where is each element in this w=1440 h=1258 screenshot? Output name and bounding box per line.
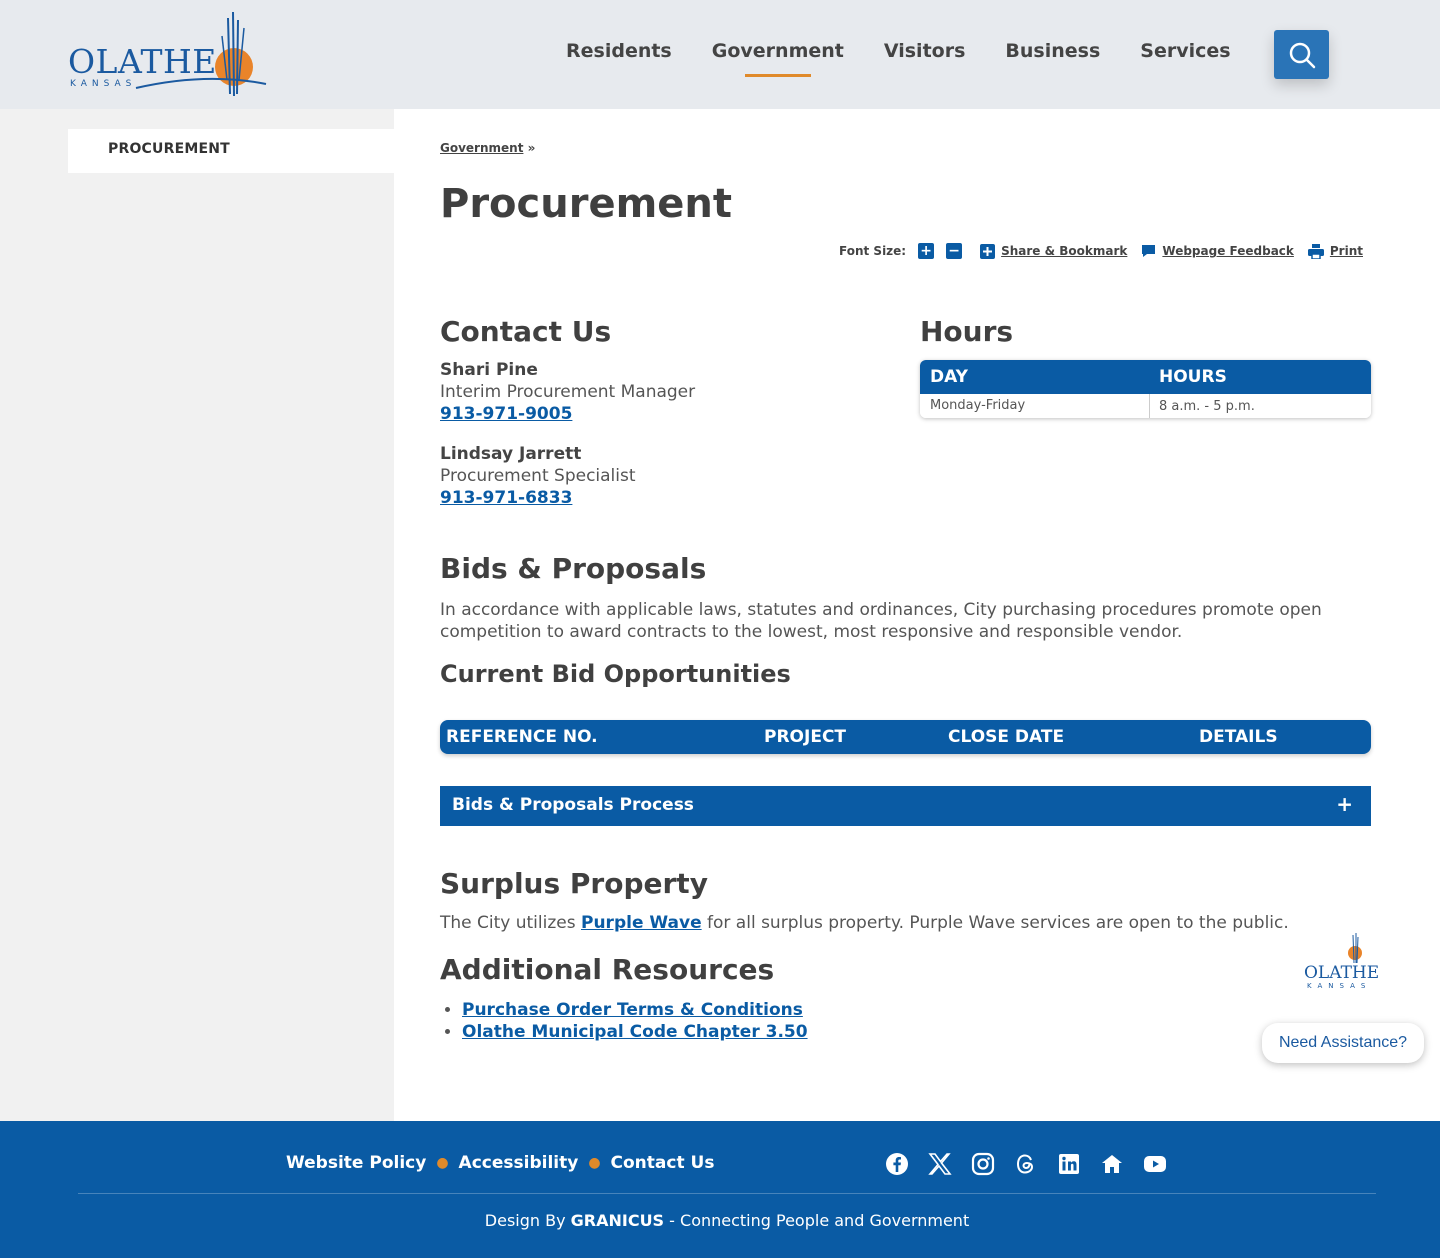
nav-residents[interactable]: Residents (566, 40, 672, 62)
resources-list: Purchase Order Terms & Conditions Olathe… (440, 999, 808, 1043)
olathe-logo[interactable]: OLATHE KANSAS (66, 10, 271, 102)
hours-col-hours: HOURS (1159, 367, 1227, 387)
contact-name: Lindsay Jarrett (440, 444, 582, 464)
nav-business[interactable]: Business (1005, 40, 1100, 62)
current-bids-heading: Current Bid Opportunities (440, 660, 791, 688)
print-link[interactable]: Print (1307, 243, 1363, 259)
separator-dot: ● (436, 1155, 449, 1171)
contact-phone-link[interactable]: 913-971-6833 (440, 488, 572, 508)
instagram-icon[interactable] (971, 1152, 995, 1176)
sidebar: PROCUREMENT (0, 109, 394, 1121)
font-increase-button[interactable]: + (918, 243, 935, 259)
col-project: PROJECT (764, 727, 847, 747)
hours-day-cell: Monday-Friday (920, 394, 1150, 418)
col-reference: REFERENCE NO. (446, 727, 598, 747)
hours-col-day: DAY (930, 367, 968, 387)
contact-heading: Contact Us (440, 315, 612, 348)
municipal-code-link[interactable]: Olathe Municipal Code Chapter 3.50 (462, 1022, 808, 1042)
contact-name: Shari Pine (440, 360, 538, 380)
surplus-text: The City utilizes Purple Wave for all su… (440, 912, 1340, 934)
credit-prefix: Design By (484, 1211, 571, 1230)
search-button[interactable] (1274, 30, 1329, 79)
footer-divider (78, 1193, 1376, 1194)
surplus-text-after: for all surplus property. Purple Wave se… (701, 913, 1289, 933)
hours-table-header: DAY HOURS (920, 360, 1371, 394)
contact-role: Interim Procurement Manager (440, 382, 696, 402)
nav-services[interactable]: Services (1140, 40, 1230, 62)
breadcrumb: Government » (440, 141, 535, 155)
social-links (885, 1152, 1186, 1176)
plus-box-icon (980, 243, 996, 259)
resources-heading: Additional Resources (440, 953, 775, 986)
print-label: Print (1329, 244, 1363, 258)
footer-contact-link[interactable]: Contact Us (611, 1153, 715, 1173)
po-terms-link[interactable]: Purchase Order Terms & Conditions (462, 1000, 803, 1020)
nextdoor-icon[interactable] (1100, 1152, 1124, 1176)
surplus-heading: Surplus Property (440, 867, 708, 900)
facebook-icon[interactable] (885, 1152, 909, 1176)
list-item: Purchase Order Terms & Conditions (462, 999, 808, 1021)
accordion-label: Bids & Proposals Process (452, 795, 694, 815)
contact-role: Procurement Specialist (440, 466, 636, 486)
search-icon (1289, 42, 1315, 68)
surplus-text-before: The City utilizes (440, 913, 581, 933)
site-header: OLATHE KANSAS Residents Government Visit… (0, 0, 1440, 109)
page-title: Procurement (440, 181, 732, 227)
linkedin-icon[interactable] (1057, 1152, 1081, 1176)
hours-time-cell: 8 a.m. - 5 p.m. (1159, 398, 1255, 414)
font-decrease-button[interactable]: − (946, 243, 963, 259)
logo-wordmark: OLATHE (68, 42, 217, 81)
col-close-date: CLOSE DATE (948, 727, 1065, 747)
list-item: Olathe Municipal Code Chapter 3.50 (462, 1021, 808, 1043)
nav-government[interactable]: Government (712, 40, 844, 77)
contact-card: Lindsay Jarrett Procurement Specialist 9… (440, 443, 636, 509)
table-row: Monday-Friday 8 a.m. - 5 p.m. (920, 394, 1371, 418)
breadcrumb-government-link[interactable]: Government (440, 141, 523, 155)
webpage-feedback-label: Webpage Feedback (1162, 244, 1294, 258)
share-bookmark-label: Share & Bookmark (1001, 244, 1128, 258)
purple-wave-link[interactable]: Purple Wave (581, 913, 702, 933)
page-toolbar: Font Size: + − Share & Bookmark Webpage … (839, 243, 1371, 259)
share-bookmark-link[interactable]: Share & Bookmark (980, 243, 1128, 259)
need-assistance-button[interactable]: Need Assistance? (1262, 1023, 1424, 1063)
comment-icon (1141, 244, 1156, 258)
credit-suffix: - Connecting People and Government (664, 1211, 970, 1230)
bids-process-accordion[interactable]: Bids & Proposals Process + (440, 786, 1371, 826)
expand-icon: + (1336, 792, 1353, 816)
sidebar-item-procurement[interactable]: PROCUREMENT (68, 129, 394, 173)
hours-table: DAY HOURS Monday-Friday 8 a.m. - 5 p.m. (920, 360, 1371, 418)
footer-links: Website Policy ● Accessibility ● Contact… (286, 1153, 714, 1173)
chat-logo[interactable]: OLATHE KANSAS (1300, 933, 1386, 993)
bids-intro: In accordance with applicable laws, stat… (440, 600, 1322, 642)
col-details: DETAILS (1199, 727, 1278, 747)
website-policy-link[interactable]: Website Policy (286, 1153, 426, 1173)
small-logo-word: OLATHE (1304, 963, 1380, 983)
x-icon[interactable] (928, 1152, 952, 1176)
nav-visitors[interactable]: Visitors (884, 40, 966, 62)
separator-dot: ● (588, 1155, 601, 1171)
main-nav: Residents Government Visitors Business S… (566, 40, 1271, 77)
breadcrumb-separator: » (527, 141, 536, 155)
contact-phone-link[interactable]: 913-971-9005 (440, 404, 572, 424)
printer-icon (1307, 243, 1324, 259)
footer-credit: Design By GRANICUS - Connecting People a… (0, 1211, 1440, 1230)
site-footer: Website Policy ● Accessibility ● Contact… (0, 1121, 1440, 1258)
webpage-feedback-link[interactable]: Webpage Feedback (1141, 244, 1294, 258)
bids-table-header: REFERENCE NO. PROJECT CLOSE DATE DETAILS (440, 720, 1371, 754)
logo-mark-icon (1348, 933, 1362, 964)
logo-subtitle: KANSAS (70, 79, 137, 89)
accessibility-link[interactable]: Accessibility (459, 1153, 579, 1173)
font-size-label: Font Size: (839, 244, 907, 258)
threads-icon[interactable] (1014, 1152, 1038, 1176)
contact-card: Shari Pine Interim Procurement Manager 9… (440, 359, 695, 425)
youtube-icon[interactable] (1143, 1152, 1167, 1176)
hours-heading: Hours (920, 315, 1014, 348)
credit-brand-link[interactable]: GRANICUS (571, 1211, 664, 1230)
small-logo-sub: KANSAS (1307, 982, 1372, 990)
bids-heading: Bids & Proposals (440, 552, 707, 585)
